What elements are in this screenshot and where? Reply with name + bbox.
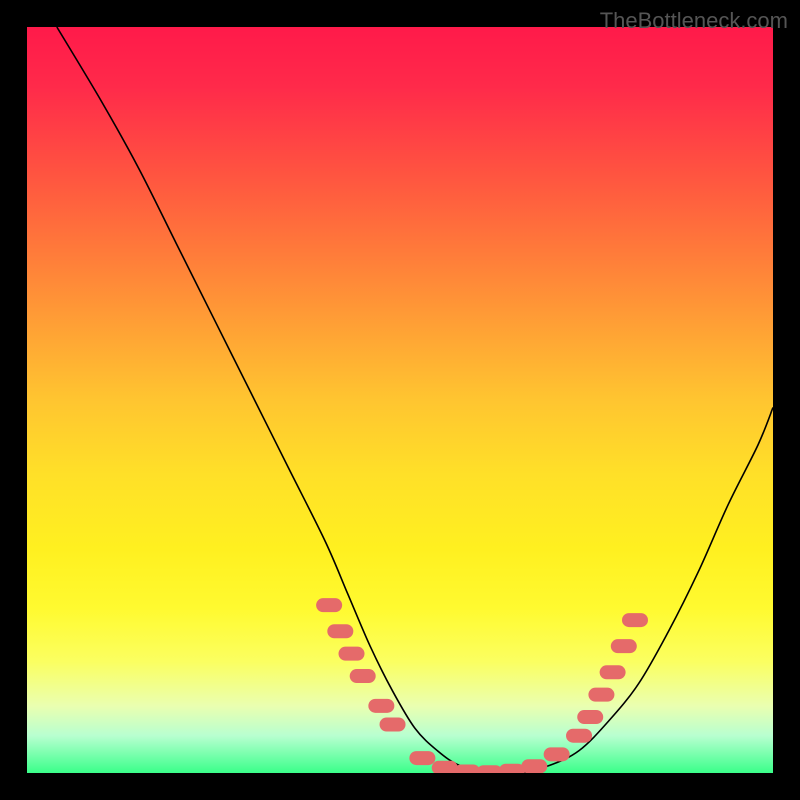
marker-point bbox=[600, 665, 626, 679]
marker-point bbox=[588, 688, 614, 702]
marker-point bbox=[611, 639, 637, 653]
marker-point bbox=[521, 759, 547, 773]
marker-point bbox=[339, 647, 365, 661]
bottleneck-curve bbox=[57, 27, 773, 773]
marker-point bbox=[454, 765, 480, 773]
marker-point bbox=[350, 669, 376, 683]
marker-point bbox=[544, 747, 570, 761]
marker-point bbox=[368, 699, 394, 713]
marker-point bbox=[327, 624, 353, 638]
marker-point bbox=[432, 761, 458, 773]
chart-svg bbox=[27, 27, 773, 773]
marker-point bbox=[316, 598, 342, 612]
marker-point bbox=[577, 710, 603, 724]
marker-point bbox=[622, 613, 648, 627]
marker-point bbox=[380, 718, 406, 732]
watermark-text: TheBottleneck.com bbox=[600, 8, 788, 34]
highlight-markers bbox=[316, 598, 648, 773]
marker-point bbox=[566, 729, 592, 743]
plot-area bbox=[27, 27, 773, 773]
marker-point bbox=[499, 764, 525, 773]
marker-point bbox=[409, 751, 435, 765]
marker-point bbox=[477, 765, 503, 773]
